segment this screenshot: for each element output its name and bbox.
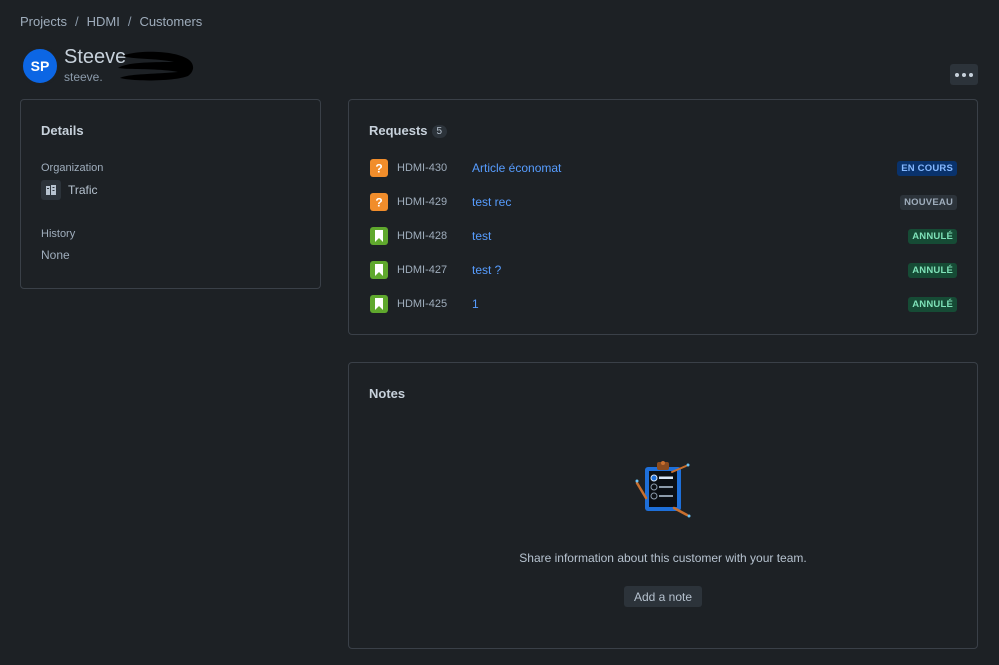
request-row[interactable]: HDMI-427 test ? ANNULÉ	[370, 259, 957, 281]
breadcrumb-separator: /	[74, 14, 79, 29]
status-badge: NOUVEAU	[900, 194, 957, 210]
notes-title: Notes	[369, 386, 406, 401]
breadcrumb-separator: /	[127, 14, 132, 29]
request-summary-link[interactable]: test	[472, 229, 908, 243]
request-row[interactable]: ? HDMI-429 test rec NOUVEAU	[370, 191, 957, 213]
bookmark-icon	[370, 227, 388, 245]
more-actions-button[interactable]	[950, 64, 978, 85]
details-title: Details	[41, 123, 84, 138]
request-summary-link[interactable]: test rec	[472, 195, 900, 209]
notes-empty-message: Share information about this customer wi…	[519, 551, 807, 565]
status-badge: EN COURS	[897, 160, 957, 176]
organization-item[interactable]: Trafic	[41, 180, 98, 200]
request-key: HDMI-428	[397, 230, 448, 242]
question-icon: ?	[370, 193, 388, 211]
add-note-button[interactable]: Add a note	[624, 586, 702, 607]
redaction-mark	[118, 51, 194, 81]
breadcrumb-hdmi[interactable]: HDMI	[87, 14, 120, 29]
avatar: SP	[21, 47, 59, 85]
bookmark-icon	[370, 295, 388, 313]
breadcrumb-projects[interactable]: Projects	[20, 14, 67, 29]
breadcrumb: Projects / HDMI / Customers	[20, 14, 202, 29]
customer-email: steeve.	[64, 70, 103, 84]
request-key: HDMI-427	[397, 264, 448, 276]
request-row[interactable]: HDMI-425 1 ANNULÉ	[370, 293, 957, 315]
request-key: HDMI-425	[397, 298, 448, 310]
organization-value: Trafic	[68, 183, 98, 197]
request-summary-link[interactable]: 1	[472, 297, 908, 311]
building-icon	[41, 180, 61, 200]
more-icon	[962, 72, 966, 77]
clipboard-illustration-icon	[635, 461, 691, 518]
status-badge: ANNULÉ	[908, 228, 957, 244]
request-row[interactable]: HDMI-428 test ANNULÉ	[370, 225, 957, 247]
svg-text:?: ?	[375, 162, 382, 174]
requests-count-badge: 5	[431, 125, 448, 138]
requests-title-text: Requests	[369, 123, 428, 138]
request-row[interactable]: ? HDMI-430 Article économat EN COURS	[370, 157, 957, 179]
bookmark-icon	[370, 261, 388, 279]
request-key: HDMI-430	[397, 162, 448, 174]
more-icon	[955, 72, 959, 77]
history-value: None	[41, 248, 70, 262]
more-icon	[969, 72, 973, 77]
organization-label: Organization	[41, 162, 104, 174]
history-label: History	[41, 228, 76, 240]
breadcrumb-customers[interactable]: Customers	[139, 14, 202, 29]
requests-title: Requests 5	[369, 123, 448, 138]
requests-card: Requests 5 ? HDMI-430 Article économat EN…	[348, 99, 978, 335]
request-summary-link[interactable]: Article économat	[472, 161, 897, 175]
status-badge: ANNULÉ	[908, 296, 957, 312]
request-summary-link[interactable]: test ?	[472, 263, 908, 277]
question-icon: ?	[370, 159, 388, 177]
status-badge: ANNULÉ	[908, 262, 957, 278]
request-key: HDMI-429	[397, 196, 448, 208]
svg-text:?: ?	[375, 196, 382, 208]
details-card: Details Organization Trafic History None	[20, 99, 321, 289]
notes-card: Notes Share information about this custo…	[348, 362, 978, 649]
